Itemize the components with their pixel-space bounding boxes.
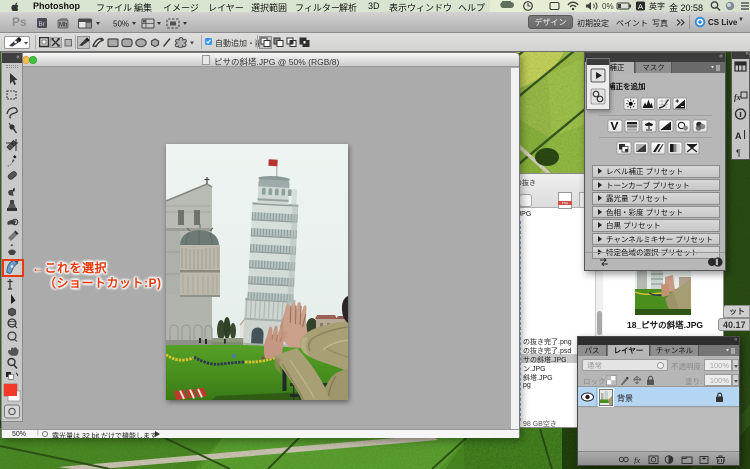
svg-text:¶: ¶ <box>736 148 741 158</box>
svg-text:英字: 英字 <box>649 1 665 11</box>
svg-text:A: A <box>638 2 643 11</box>
svg-text:Mb: Mb <box>59 23 68 29</box>
svg-text:0%: 0% <box>602 2 614 11</box>
svg-text:fx: fx <box>634 455 640 464</box>
svg-text:A: A <box>735 131 742 141</box>
svg-text:fx: fx <box>734 93 741 102</box>
svg-text:50%: 50% <box>113 20 129 29</box>
svg-text:Br: Br <box>39 21 46 28</box>
